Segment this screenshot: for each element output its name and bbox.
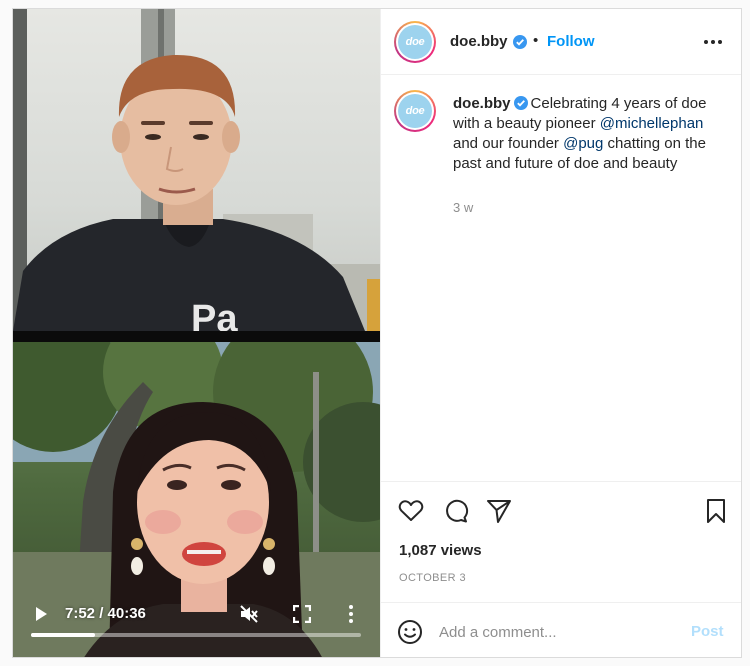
comment-bar: Post <box>381 602 741 657</box>
video-progress-bar[interactable] <box>31 633 361 637</box>
avatar-logo: doe <box>398 25 432 59</box>
post-date: OCTOBER 3 <box>399 572 466 584</box>
svg-text:Pa: Pa <box>191 298 238 331</box>
caption-body-2: and our founder <box>453 135 564 152</box>
verified-badge-icon <box>513 96 528 110</box>
more-vertical-icon[interactable] <box>345 604 357 624</box>
video-frame-man: Pa <box>13 9 380 331</box>
separator-dot: • <box>533 32 539 49</box>
more-horizontal-icon[interactable] <box>703 39 723 45</box>
video-controls: 7:52 / 40:36 <box>13 591 380 657</box>
heart-icon[interactable] <box>398 498 424 524</box>
header-username-wrap: doe.bby <box>450 33 527 50</box>
actions-section: 1,087 views OCTOBER 3 Post <box>381 481 741 657</box>
avatar[interactable]: doe <box>394 21 436 63</box>
caption-avatar[interactable]: doe <box>394 90 436 132</box>
fullscreen-icon[interactable] <box>293 605 311 623</box>
caption-timestamp[interactable]: 3 w <box>453 200 473 215</box>
post-header: doe doe.bby • Follow <box>381 9 741 75</box>
play-icon[interactable] <box>33 606 49 622</box>
video-time: 7:52 / 40:36 <box>65 605 146 622</box>
comment-input[interactable] <box>439 619 679 645</box>
post-frame: Pa 7:52 / 40:36 doe doe.bby • Follow doe… <box>12 8 742 658</box>
verified-badge-icon <box>512 34 527 49</box>
mention-link[interactable]: @pug <box>563 135 603 152</box>
share-icon[interactable] <box>486 498 512 524</box>
header-username[interactable]: doe.bby <box>450 33 508 50</box>
caption-text: doe.bby Celebrating 4 years of doe with a… <box>453 94 723 174</box>
bookmark-icon[interactable] <box>703 498 729 524</box>
video-progress-fill <box>31 633 96 637</box>
video-player[interactable]: Pa 7:52 / 40:36 <box>13 9 380 657</box>
emoji-icon[interactable] <box>397 619 423 645</box>
follow-button[interactable]: Follow <box>547 33 595 50</box>
muted-speaker-icon[interactable] <box>239 604 259 624</box>
mention-link[interactable]: @michellephan <box>600 115 704 132</box>
post-button[interactable]: Post <box>691 623 724 640</box>
video-top-pane: Pa <box>13 9 380 331</box>
post-info-panel: doe doe.bby • Follow doe doe.bby Celebra… <box>380 9 741 657</box>
views-count[interactable]: 1,087 views <box>399 542 482 559</box>
comment-icon[interactable] <box>443 498 469 524</box>
caption-username[interactable]: doe.bby <box>453 95 511 112</box>
caption-avatar-logo: doe <box>398 94 432 128</box>
